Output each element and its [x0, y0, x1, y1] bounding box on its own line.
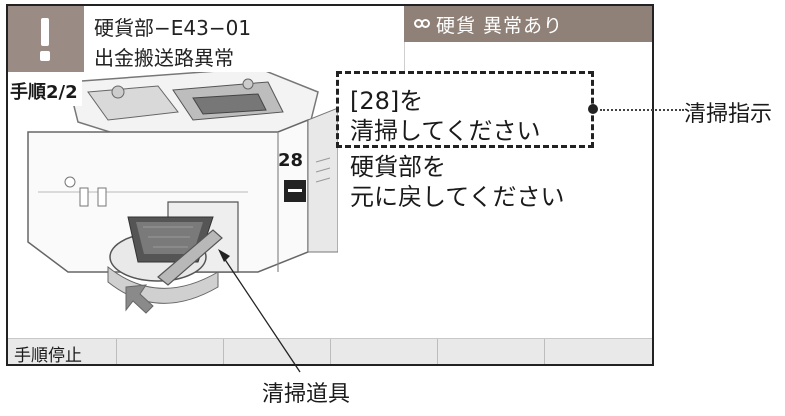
tool-callout-label: 清掃道具 — [262, 382, 351, 407]
step-indicator: 手順2/2 — [8, 76, 82, 106]
tool-leader-line — [218, 249, 301, 373]
